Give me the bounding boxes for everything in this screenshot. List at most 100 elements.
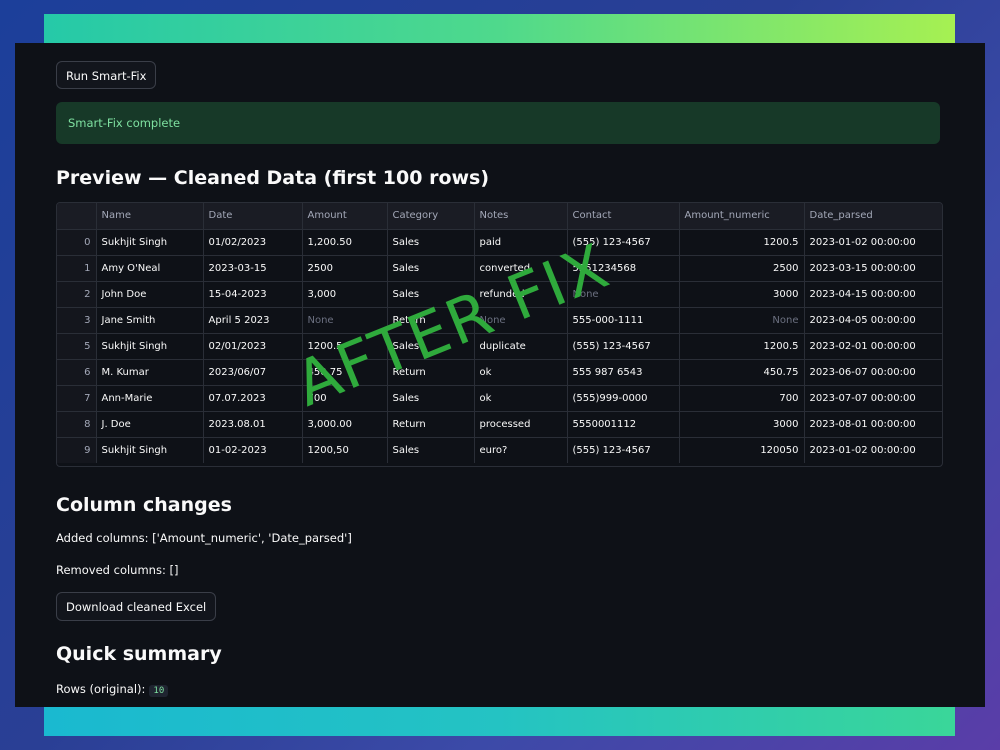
table-cell: 555 987 6543 (567, 359, 680, 386)
table-cell: ok (474, 359, 568, 386)
table-cell: 01/02/2023 (203, 229, 303, 256)
table-cell: (555) 123-4567 (567, 333, 680, 360)
row-index: 0 (57, 229, 97, 256)
table-cell: 1200.5 (679, 229, 805, 256)
rows-original-label: Rows (original): (56, 682, 146, 696)
table-row[interactable]: 1 Amy O'Neal 2023-03-15 2500 Sales converted 5… (57, 255, 942, 282)
table-row[interactable]: 7 Ann-Marie 07.07.2023 700 Sales ok (555)999-0… (57, 385, 942, 412)
table-cell: 1200,50 (302, 437, 388, 463)
table-cell: 700 (302, 385, 388, 412)
table-cell: (555) 123-4567 (567, 229, 680, 256)
table-cell: Amy O'Neal (96, 255, 204, 282)
column-header[interactable]: Amount_numeric (679, 203, 805, 230)
table-row[interactable]: 6 M. Kumar 2023/06/07 450.75 Return ok 555 987… (57, 359, 942, 386)
table-cell: April 5 2023 (203, 307, 303, 334)
table-cell: 3,000.00 (302, 411, 388, 438)
table-cell: Sales (387, 333, 475, 360)
table-cell: Ann-Marie (96, 385, 204, 412)
column-header[interactable]: Amount (302, 203, 388, 230)
table-cell: paid (474, 229, 568, 256)
table-row[interactable]: 3 Jane Smith April 5 2023 None Return None 555… (57, 307, 942, 334)
column-header[interactable]: Category (387, 203, 475, 230)
table-cell: 3000 (679, 281, 805, 308)
quick-summary-heading: Quick summary (56, 643, 222, 665)
row-index: 6 (57, 359, 97, 386)
column-header[interactable]: Name (96, 203, 204, 230)
table-cell: 555-000-1111 (567, 307, 680, 334)
table-cell: (555)999-0000 (567, 385, 680, 412)
row-index: 2 (57, 281, 97, 308)
table-cell: 2023-08-01 00:00:00 (804, 411, 942, 438)
gradient-bottom-bar (44, 706, 955, 736)
table-cell: Sales (387, 437, 475, 463)
table-cell: 700 (679, 385, 805, 412)
table-cell: M. Kumar (96, 359, 204, 386)
column-header[interactable]: Date_parsed (804, 203, 942, 230)
table-cell: None (302, 307, 388, 334)
table-cell: 2023/06/07 (203, 359, 303, 386)
table-cell: euro? (474, 437, 568, 463)
table-cell: duplicate (474, 333, 568, 360)
table-cell: Jane Smith (96, 307, 204, 334)
table-cell: Sales (387, 229, 475, 256)
preview-heading: Preview — Cleaned Data (first 100 rows) (56, 167, 490, 189)
run-smart-fix-button[interactable]: Run Smart-Fix (56, 61, 157, 89)
table-cell: None (474, 307, 568, 334)
table-cell: 1200.5 (302, 333, 388, 360)
table-cell: 3,000 (302, 281, 388, 308)
table-cell: 2023-03-15 (203, 255, 303, 282)
table-cell: 1200.5 (679, 333, 805, 360)
table-row[interactable]: 5 Sukhjit Singh 02/01/2023 1200.5 Sales dupli… (57, 333, 942, 360)
column-changes-heading: Column changes (56, 494, 232, 516)
gradient-top-bar (44, 14, 955, 44)
table-row[interactable]: 9 Sukhjit Singh 01-02-2023 1200,50 Sales euro… (57, 437, 942, 463)
removed-columns-text: Removed columns: [] (56, 563, 179, 577)
table-cell: 2023-03-15 00:00:00 (804, 255, 942, 282)
table-cell: 2023-07-07 00:00:00 (804, 385, 942, 412)
table-cell: 2023-04-05 00:00:00 (804, 307, 942, 334)
table-cell: Sales (387, 281, 475, 308)
table-cell: refunded (474, 281, 568, 308)
table-row[interactable]: 8 J. Doe 2023.08.01 3,000.00 Return processed… (57, 411, 942, 438)
rows-original-line: Rows (original): 10 (56, 682, 169, 697)
table-cell: Sales (387, 255, 475, 282)
table-row[interactable]: 2 John Doe 15-04-2023 3,000 Sales refunded Non… (57, 281, 942, 308)
column-header[interactable]: Date (203, 203, 303, 230)
column-header[interactable] (57, 203, 97, 230)
data-table[interactable]: Name Date Amount Category Notes Contact Amount… (56, 202, 943, 467)
row-index: 7 (57, 385, 97, 412)
row-index: 9 (57, 437, 97, 463)
table-cell: John Doe (96, 281, 204, 308)
table-cell: Return (387, 359, 475, 386)
rows-original-value: 10 (149, 685, 169, 697)
table-cell: Return (387, 307, 475, 334)
table-cell: None (679, 307, 805, 334)
table-cell: 450.75 (302, 359, 388, 386)
table-cell: Return (387, 411, 475, 438)
row-index: 5 (57, 333, 97, 360)
table-cell: 01-02-2023 (203, 437, 303, 463)
table-header-row: Name Date Amount Category Notes Contact Amount… (57, 203, 942, 230)
table-cell: None (567, 281, 680, 308)
row-index: 3 (57, 307, 97, 334)
table-cell: 2023.08.01 (203, 411, 303, 438)
table-cell: processed (474, 411, 568, 438)
table-cell: 2023-06-07 00:00:00 (804, 359, 942, 386)
table-cell: 450.75 (679, 359, 805, 386)
table-cell: 2500 (679, 255, 805, 282)
added-columns-text: Added columns: ['Amount_numeric', 'Date_… (56, 531, 352, 545)
table-cell: 2023-01-02 00:00:00 (809, 444, 916, 456)
column-header[interactable]: Contact (567, 203, 680, 230)
table-cell: 1,200.50 (302, 229, 388, 256)
table-cell: Sukhjit Singh (96, 229, 204, 256)
table-cell: 2023-04-15 00:00:00 (804, 281, 942, 308)
table-cell: 02/01/2023 (203, 333, 303, 360)
table-cell: ok (474, 385, 568, 412)
download-excel-button[interactable]: Download cleaned Excel (56, 592, 217, 621)
table-cell: 5550001112 (567, 411, 680, 438)
table-cell: Sales (387, 385, 475, 412)
table-row[interactable]: 0 Sukhjit Singh 01/02/2023 1,200.50 Sales pai… (57, 229, 942, 256)
column-header[interactable]: Notes (474, 203, 568, 230)
table-cell: 2023-02-01 00:00:00 (804, 333, 942, 360)
table-cell: 120050 (679, 437, 805, 463)
